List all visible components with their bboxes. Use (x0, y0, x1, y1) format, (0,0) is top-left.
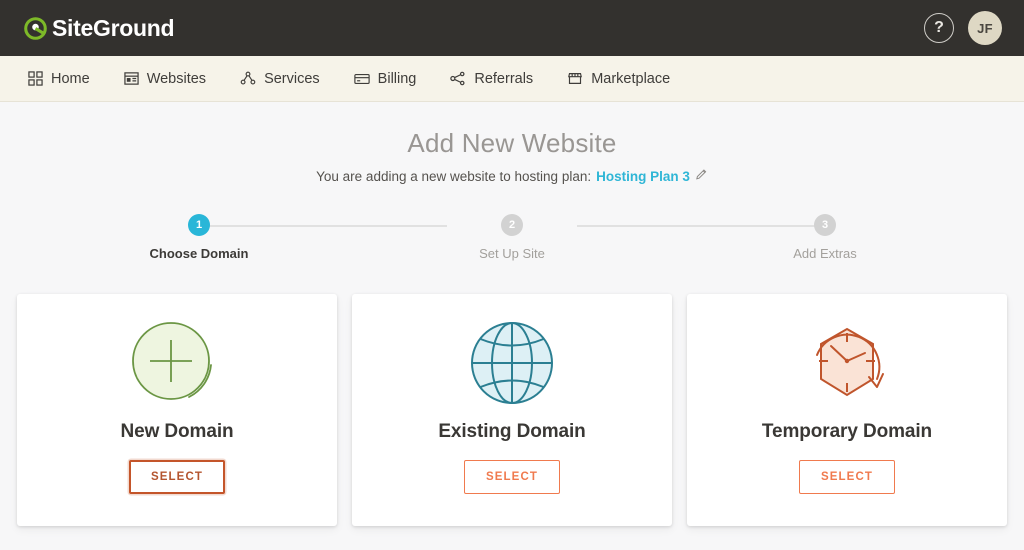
nav-item-label: Referrals (474, 70, 534, 87)
question-mark-icon[interactable]: ? (924, 13, 954, 43)
page-content: Add New Website You are adding a new web… (0, 102, 1024, 526)
siteground-logo-icon (24, 16, 47, 40)
nav-item-home[interactable]: Home (28, 56, 90, 101)
card-existing-domain[interactable]: Existing Domain SELECT (352, 294, 672, 526)
avatar[interactable]: JF (968, 11, 1002, 45)
step-label: Choose Domain (149, 246, 249, 261)
header-actions: ? JF (924, 11, 1002, 45)
step-number: 2 (501, 214, 523, 236)
step-label: Add Extras (793, 246, 857, 261)
select-button-new-domain[interactable]: SELECT (129, 460, 225, 494)
step-label: Set Up Site (479, 246, 545, 261)
share-network-icon (450, 71, 466, 86)
nodes-network-icon (240, 71, 256, 86)
page-subtitle: You are adding a new website to hosting … (0, 168, 1024, 184)
domain-option-cards: New Domain SELECT Existing Domain SELECT (17, 294, 1007, 526)
nav-item-label: Billing (377, 70, 417, 87)
stepper-step-choose-domain[interactable]: 1 Choose Domain (134, 214, 264, 261)
step-number: 1 (188, 214, 210, 236)
step-number: 3 (814, 214, 836, 236)
nav-item-services[interactable]: Services (240, 56, 320, 101)
stepper-step-set-up-site[interactable]: 2 Set Up Site (447, 214, 577, 261)
card-title: New Domain (120, 421, 234, 442)
select-button-temporary-domain[interactable]: SELECT (799, 460, 895, 494)
globe-teal-icon (466, 315, 558, 411)
progress-stepper: 1 Choose Domain 2 Set Up Site 3 Add Extr… (134, 214, 890, 261)
brand-name: SiteGround (52, 14, 175, 41)
nav-item-billing[interactable]: Billing (353, 56, 417, 101)
subtitle-text: You are adding a new website to hosting … (316, 168, 592, 184)
storefront-icon (567, 71, 583, 86)
page-title: Add New Website (407, 128, 617, 158)
nav-item-websites[interactable]: Websites (124, 56, 206, 101)
nav-item-label: Services (264, 70, 320, 87)
pencil-edit-icon[interactable] (695, 168, 708, 184)
plus-circle-green-icon (125, 315, 229, 411)
app-header: SiteGround ? JF (0, 0, 1024, 56)
card-temporary-domain[interactable]: Temporary Domain SELECT (687, 294, 1007, 526)
card-title: Existing Domain (438, 421, 586, 442)
hexagon-clock-orange-icon (797, 315, 897, 411)
nav-item-marketplace[interactable]: Marketplace (567, 56, 670, 101)
card-title: Temporary Domain (761, 421, 933, 442)
nav-item-label: Marketplace (591, 70, 671, 87)
main-navigation: Home Websites Services Billing Referrals… (0, 56, 1024, 102)
nav-item-referrals[interactable]: Referrals (450, 56, 533, 101)
nav-item-label: Websites (146, 70, 207, 87)
card-new-domain[interactable]: New Domain SELECT (17, 294, 337, 526)
credit-card-icon (353, 72, 370, 86)
nav-item-label: Home (51, 70, 90, 87)
brand-logo[interactable]: SiteGround (24, 14, 175, 41)
hosting-plan-link[interactable]: Hosting Plan 3 (596, 169, 690, 184)
stepper-step-add-extras[interactable]: 3 Add Extras (760, 214, 890, 261)
grid-squares-icon (28, 71, 43, 86)
browser-window-icon (124, 71, 139, 86)
select-button-existing-domain[interactable]: SELECT (464, 460, 560, 494)
